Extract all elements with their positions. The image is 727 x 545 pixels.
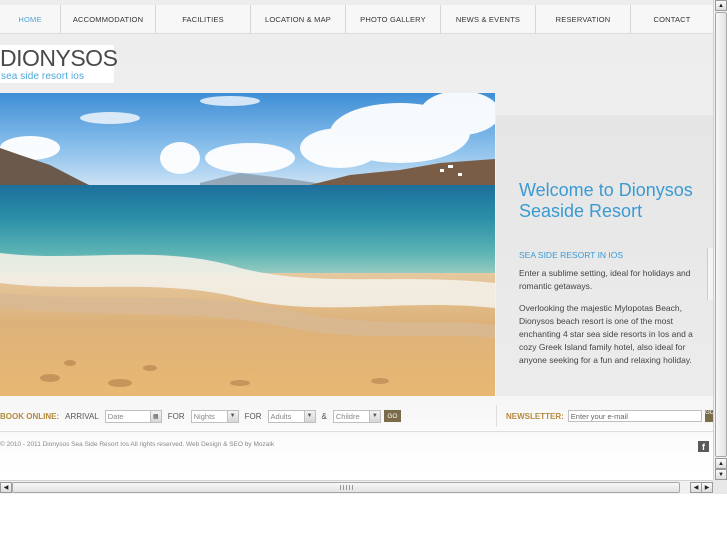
footer-divider [0,431,713,432]
browser-viewport: HOME ACCOMMODATION FACILITIES LOCATION &… [0,0,713,480]
adults-select[interactable]: Adults ▼ [267,409,316,423]
facebook-icon[interactable]: f [698,441,709,452]
for-label-1: FOR [167,411,185,421]
scroll-right-icon[interactable]: ▶ [701,482,713,493]
horizontal-scroll-thumb[interactable] [12,482,680,493]
book-online-label: BOOK ONLINE: [0,411,60,421]
nav-photo-gallery[interactable]: PHOTO GALLERY [346,5,441,34]
booking-go-button[interactable]: GO [383,410,401,422]
main-navigation: HOME ACCOMMODATION FACILITIES LOCATION &… [0,5,713,34]
and-label: & [321,411,327,421]
site-logo[interactable]: DIONYSOS sea side resort ios [0,45,118,83]
nights-select[interactable]: Nights ▼ [190,409,239,423]
booking-bar: BOOK ONLINE: ARRIVAL Date ▦ FOR Nights ▼… [0,405,401,427]
nav-news-events[interactable]: NEWS & EVENTS [441,5,536,34]
hero-beach-photo [0,93,495,396]
welcome-subtitle: SEA SIDE RESORT IN IOS [519,250,624,260]
nav-facilities[interactable]: FACILITIES [156,5,251,34]
arrival-label: ARRIVAL [65,411,99,421]
scroll-down-icon[interactable]: ▼ [715,469,727,480]
chevron-down-icon[interactable]: ▼ [368,410,380,422]
children-select[interactable]: Childre ▼ [332,409,381,423]
nav-home[interactable]: HOME [0,5,61,34]
grip-icon [340,485,354,490]
scroll-left-icon[interactable]: ◀ [0,482,12,493]
for-label-2: FOR [244,411,262,421]
arrival-date-placeholder: Date [107,411,124,421]
welcome-paragraph-1: Enter a sublime setting, ideal for holid… [519,268,691,291]
nav-accommodation[interactable]: ACCOMMODATION [61,5,156,34]
nav-contact[interactable]: CONTACT [631,5,713,34]
chevron-down-icon[interactable]: ▼ [226,410,238,422]
welcome-paragraph-2: Overlooking the majestic Mylopotas Beach… [519,303,693,365]
adults-value: Adults [270,411,292,421]
newsletter-go-button[interactable]: GO [705,410,713,422]
chevron-down-icon[interactable]: ▼ [303,410,315,422]
scroll-up-icon[interactable]: ▲ [715,458,727,469]
nights-value: Nights [193,411,215,421]
vertical-scroll-thumb[interactable] [715,12,727,457]
newsletter-bar: NEWSLETTER: Enter your e-mail GO [496,405,713,427]
horizontal-scrollbar[interactable]: ◀ ◀ ▶ [0,480,713,494]
logo-tagline: sea side resort ios [1,71,85,82]
welcome-panel: Welcome to Dionysos Seaside Resort SEA S… [496,115,713,396]
newsletter-label: NEWSLETTER: [506,411,564,421]
children-value: Childre [335,411,360,421]
welcome-title: Welcome to Dionysos Seaside Resort [519,180,693,221]
scrollbar-corner [713,480,727,494]
arrival-date-input[interactable]: Date ▦ [104,409,162,423]
nav-reservation[interactable]: RESERVATION [536,5,631,34]
vertical-scrollbar[interactable]: ▲ ▲ ▼ [713,0,727,480]
calendar-icon[interactable]: ▦ [149,410,161,422]
scroll-up-icon[interactable]: ▲ [715,0,727,11]
nav-location-map[interactable]: LOCATION & MAP [251,5,346,34]
newsletter-email-input[interactable]: Enter your e-mail [567,410,703,422]
footer-copyright: © 2010 - 2011 Dionysos Sea Side Resort I… [0,441,275,448]
logo-name: DIONYSOS [0,45,118,71]
